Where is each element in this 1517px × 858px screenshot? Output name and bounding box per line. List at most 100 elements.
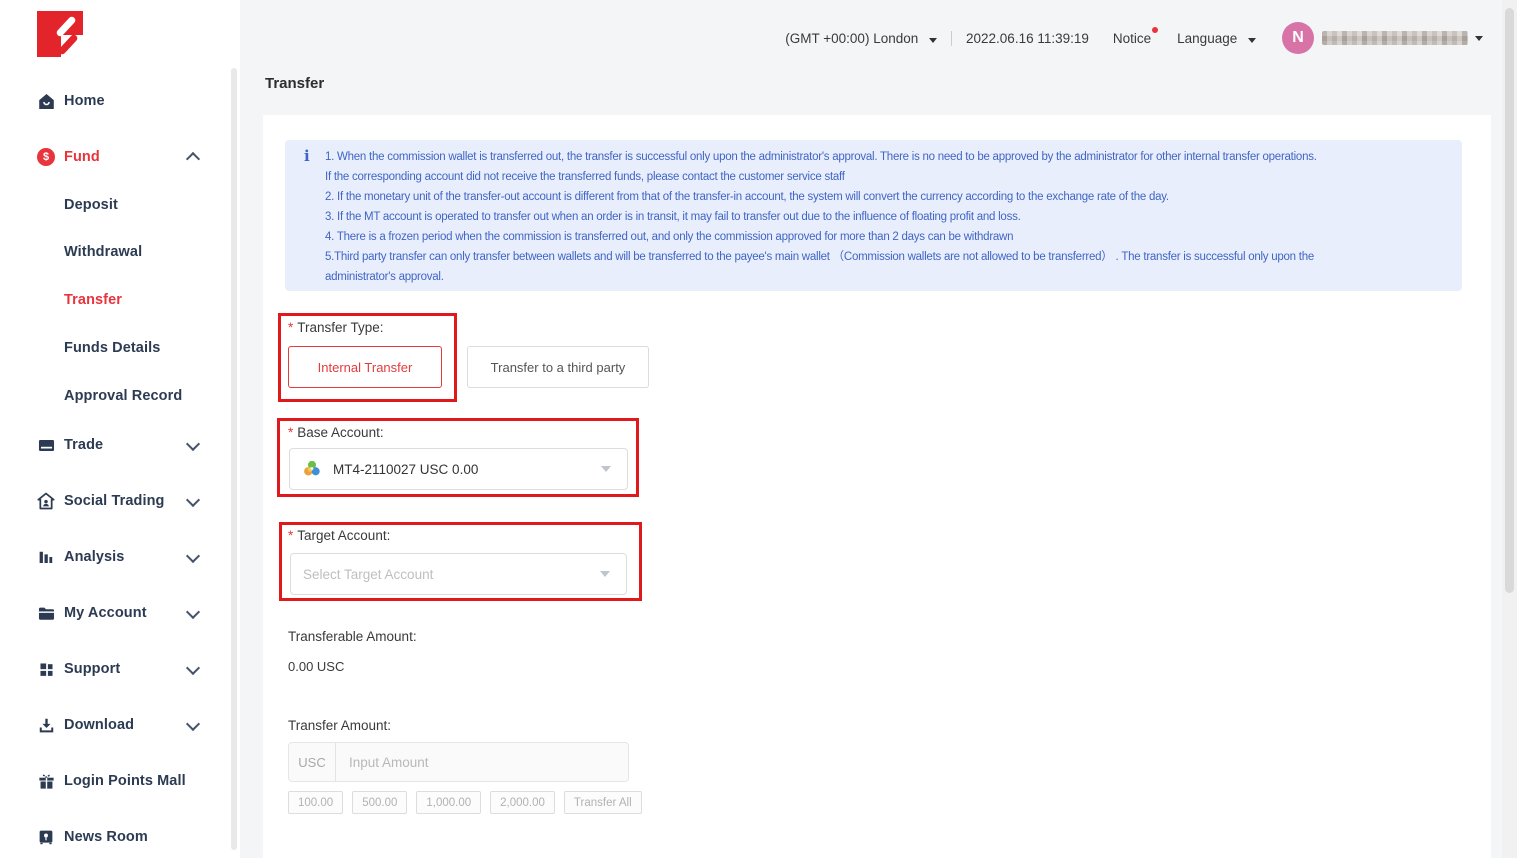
chevron-down-icon (186, 660, 200, 674)
language-label: Language (1177, 31, 1237, 46)
notice-line: 2. If the monetary unit of the transfer-… (325, 187, 1455, 207)
sidebar-scrollbar[interactable] (231, 68, 237, 850)
notice-text: 1. When the commission wallet is transfe… (325, 147, 1455, 287)
currency-prefix: USC (289, 743, 336, 781)
page-scrollbar-thumb[interactable] (1505, 8, 1514, 593)
sidebar-item-deposit[interactable]: Deposit (0, 192, 232, 218)
folder-icon (36, 603, 56, 623)
required-asterisk: * (288, 425, 293, 440)
brand-logo[interactable] (37, 11, 83, 57)
transfer-all-button[interactable]: Transfer All (564, 791, 642, 814)
sidebar-item-label: My Account (64, 605, 147, 621)
news-room-icon (36, 827, 56, 847)
chevron-down-icon (186, 604, 200, 618)
avatar[interactable]: N (1282, 22, 1314, 54)
sidebar-item-label: News Room (64, 829, 148, 845)
quick-amount-row: 100.00 500.00 1,000.00 2,000.00 Transfer… (288, 791, 642, 814)
notice-line: administrator's approval. (325, 267, 1455, 287)
notice-line: If the corresponding account did not rec… (325, 167, 1455, 187)
sidebar-item-label: Funds Details (64, 340, 160, 356)
social-trading-icon (36, 491, 56, 511)
sidebar-item-withdrawal[interactable]: Withdrawal (0, 239, 232, 265)
fund-icon: $ (36, 147, 56, 167)
chevron-up-icon (186, 152, 200, 166)
transferable-amount-label: Transferable Amount: (288, 629, 417, 644)
datetime-display: 2022.06.16 11:39:19 (966, 31, 1089, 46)
notice-box: i 1. When the commission wallet is trans… (285, 140, 1462, 291)
sidebar-item-label: Approval Record (64, 388, 182, 404)
transfer-page: Home $ Fund Deposit Withdrawal Transfer … (0, 0, 1517, 858)
analysis-icon (36, 547, 56, 567)
sidebar-item-analysis[interactable]: Analysis (0, 544, 232, 570)
transfer-card: i 1. When the commission wallet is trans… (263, 115, 1491, 858)
internal-transfer-button[interactable]: Internal Transfer (288, 346, 442, 388)
required-asterisk: * (288, 320, 293, 335)
required-asterisk: * (288, 528, 293, 543)
sidebar-item-fund[interactable]: $ Fund (0, 144, 232, 170)
topbar-divider (951, 31, 952, 46)
sidebar-item-label: Fund (64, 149, 100, 165)
sidebar-item-support[interactable]: Support (0, 656, 232, 682)
target-account-dropdown[interactable]: Select Target Account (290, 553, 627, 595)
notice-line: 1. When the commission wallet is transfe… (325, 147, 1455, 167)
timezone-selector[interactable]: (GMT +00:00) London (785, 31, 937, 46)
home-icon (36, 91, 56, 111)
sidebar-item-label: Transfer (64, 292, 122, 308)
language-selector[interactable]: Language (1177, 31, 1256, 46)
chevron-down-icon (186, 548, 200, 562)
transfer-type-label: *Transfer Type: (288, 320, 384, 335)
page-scrollbar-track[interactable] (1502, 0, 1517, 858)
sidebar-item-label: Download (64, 717, 134, 733)
mt4-account-icon (301, 458, 323, 480)
sidebar-item-label: Social Trading (64, 493, 165, 509)
page-title: Transfer (265, 75, 324, 92)
dropdown-caret-icon (601, 466, 611, 472)
notice-line: 5.Third party transfer can only transfer… (325, 247, 1455, 267)
sidebar-item-my-account[interactable]: My Account (0, 600, 232, 626)
notification-dot (1152, 27, 1158, 33)
quick-amount-button[interactable]: 1,000.00 (416, 791, 481, 814)
base-account-label: *Base Account: (288, 425, 384, 440)
sidebar-item-funds-details[interactable]: Funds Details (0, 335, 232, 361)
notice-line: 3. If the MT account is operated to tran… (325, 207, 1455, 227)
transfer-amount-input[interactable]: USC Input Amount (288, 742, 629, 782)
sidebar-item-label: Deposit (64, 197, 118, 213)
transferable-amount-value: 0.00 USC (288, 659, 344, 674)
download-icon (36, 715, 56, 735)
dropdown-caret-icon (600, 571, 610, 577)
sidebar-item-label: Login Points Mall (64, 773, 186, 789)
sidebar-item-label: Support (64, 661, 120, 677)
timezone-label: (GMT +00:00) London (785, 31, 918, 46)
gift-icon (36, 771, 56, 791)
sidebar-item-label: Trade (64, 437, 103, 453)
sidebar-item-news-room[interactable]: News Room (0, 824, 232, 850)
sidebar-item-social-trading[interactable]: Social Trading (0, 488, 232, 514)
sidebar: Home $ Fund Deposit Withdrawal Transfer … (0, 0, 240, 858)
third-party-transfer-button[interactable]: Transfer to a third party (467, 346, 649, 388)
target-account-label: *Target Account: (288, 528, 390, 543)
sidebar-item-transfer[interactable]: Transfer (0, 287, 232, 313)
base-account-dropdown[interactable]: MT4-2110027 USC 0.00 (289, 448, 628, 490)
base-account-value: MT4-2110027 USC 0.00 (333, 462, 478, 477)
sidebar-item-download[interactable]: Download (0, 712, 232, 738)
topbar: (GMT +00:00) London 2022.06.16 11:39:19 … (785, 22, 1483, 54)
support-icon (36, 659, 56, 679)
sidebar-item-home[interactable]: Home (0, 88, 232, 114)
notice-button[interactable]: Notice (1113, 31, 1151, 46)
sidebar-item-label: Withdrawal (64, 244, 142, 260)
sidebar-item-approval-record[interactable]: Approval Record (0, 383, 232, 409)
target-account-placeholder: Select Target Account (303, 567, 433, 582)
quick-amount-button[interactable]: 500.00 (352, 791, 407, 814)
username-blurred[interactable] (1322, 31, 1468, 45)
sidebar-item-label: Analysis (64, 549, 124, 565)
sidebar-item-label: Home (64, 93, 105, 109)
notice-line: 4. There is a frozen period when the com… (325, 227, 1455, 247)
sidebar-item-trade[interactable]: Trade (0, 432, 232, 458)
trade-icon (36, 435, 56, 455)
transfer-amount-label: Transfer Amount: (288, 718, 391, 733)
quick-amount-button[interactable]: 100.00 (288, 791, 343, 814)
caret-down-icon (1475, 36, 1483, 41)
quick-amount-button[interactable]: 2,000.00 (490, 791, 555, 814)
sidebar-item-login-points-mall[interactable]: Login Points Mall (0, 768, 232, 794)
chevron-down-icon (186, 492, 200, 506)
